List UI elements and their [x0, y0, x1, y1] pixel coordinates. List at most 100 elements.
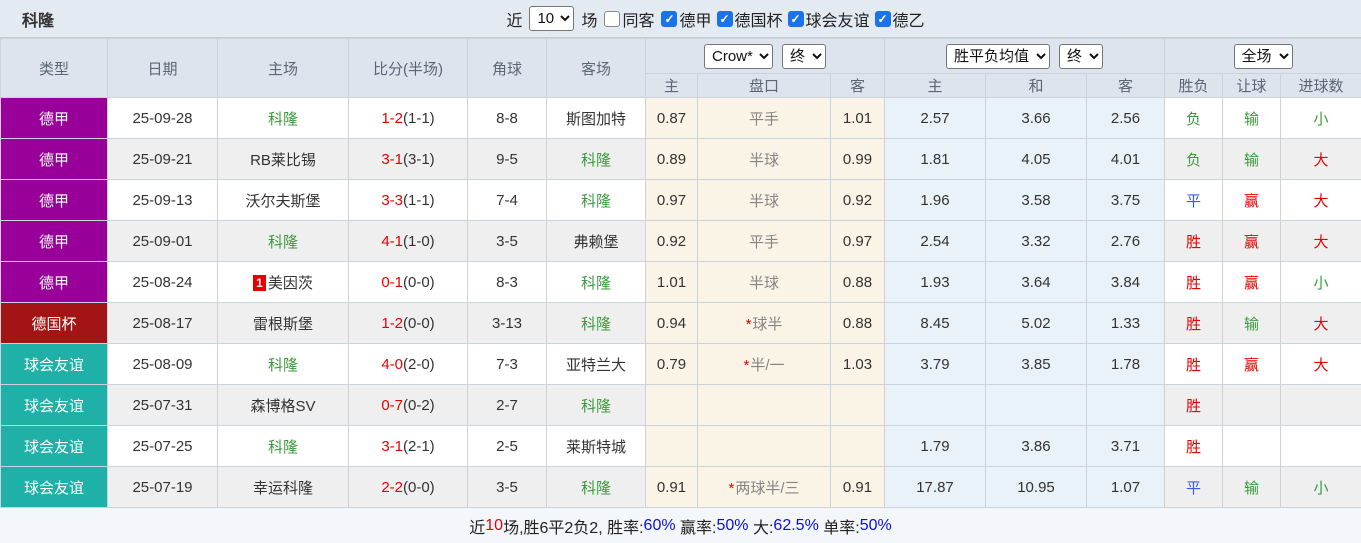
- league-filter: ✓德甲: [661, 7, 711, 31]
- cell-home-team[interactable]: 科隆: [218, 221, 349, 262]
- league-checkbox[interactable]: ✓: [875, 11, 891, 27]
- cell-away-team[interactable]: 科隆: [547, 262, 646, 303]
- league-filter: ✓德国杯: [717, 7, 783, 31]
- cell-date: 25-07-19: [108, 467, 218, 508]
- cell-handicap-result: 赢: [1223, 344, 1281, 385]
- sub-header-ah-line: 盘口: [698, 74, 831, 98]
- cell-result: 胜: [1165, 221, 1223, 262]
- summary-segment: 62.5%: [773, 517, 818, 535]
- cell-result: 平: [1165, 467, 1223, 508]
- cell-avg-draw: 10.95: [986, 467, 1087, 508]
- cell-handicap-result: 输: [1223, 139, 1281, 180]
- cell-competition: 德国杯: [1, 303, 108, 344]
- odds-type-select[interactable]: 胜平负均值: [946, 44, 1050, 69]
- cell-score: 3-1(3-1): [349, 139, 468, 180]
- cell-goals-result: 小: [1281, 98, 1361, 139]
- cell-result: 胜: [1165, 262, 1223, 303]
- league-checkbox[interactable]: ✓: [717, 11, 733, 27]
- cell-result: 平: [1165, 180, 1223, 221]
- cell-score: 4-0(2-0): [349, 344, 468, 385]
- cell-away-team[interactable]: 科隆: [547, 303, 646, 344]
- cell-away-team[interactable]: 亚特兰大: [547, 344, 646, 385]
- cell-avg-home: 1.93: [885, 262, 986, 303]
- recent-label: 近: [506, 7, 522, 31]
- cell-result: 胜: [1165, 303, 1223, 344]
- bookmaker-select[interactable]: Crow*: [704, 44, 773, 69]
- cell-goals-result: 小: [1281, 467, 1361, 508]
- cell-away-team[interactable]: 科隆: [547, 467, 646, 508]
- cell-away-team[interactable]: 科隆: [547, 385, 646, 426]
- league-checkbox[interactable]: ✓: [661, 11, 677, 27]
- cell-ah-home-odds: 0.97: [646, 180, 698, 221]
- cell-avg-away: 3.71: [1087, 426, 1165, 467]
- match-row: 球会友谊25-07-25科隆3-1(2-1)2-5莱斯特城1.793.863.7…: [1, 426, 1361, 467]
- cell-score: 4-1(1-0): [349, 221, 468, 262]
- match-row: 德国杯25-08-17雷根斯堡1-2(0-0)3-13科隆0.94*球半0.88…: [1, 303, 1361, 344]
- summary-segment: 场,胜6平2负2, 胜率:: [503, 514, 643, 538]
- cell-away-team[interactable]: 弗赖堡: [547, 221, 646, 262]
- cell-date: 25-09-21: [108, 139, 218, 180]
- summary-line: 近10场,胜6平2负2, 胜率:60% 赢率:50% 大:62.5% 单率:50…: [0, 508, 1361, 543]
- cell-home-team[interactable]: 科隆: [218, 426, 349, 467]
- same-away-checkbox[interactable]: [604, 11, 620, 27]
- star-marker: *: [728, 480, 734, 497]
- cell-home-team[interactable]: 沃尔夫斯堡: [218, 180, 349, 221]
- avg-group-header: 胜平负均值 终: [885, 39, 1165, 74]
- cell-away-team[interactable]: 科隆: [547, 180, 646, 221]
- cell-away-team[interactable]: 莱斯特城: [547, 426, 646, 467]
- league-filter-group: ✓德甲✓德国杯✓球会友谊✓德乙: [661, 7, 924, 31]
- filter-bar: 科隆 近 10 场 同客 ✓德甲✓德国杯✓球会友谊✓德乙: [0, 0, 1361, 38]
- cell-ah-away-odds: 0.91: [831, 467, 885, 508]
- match-row: 球会友谊25-08-09科隆4-0(2-0)7-3亚特兰大0.79*半/一1.0…: [1, 344, 1361, 385]
- cell-home-team[interactable]: 森博格SV: [218, 385, 349, 426]
- cell-ah-away-odds: 0.88: [831, 262, 885, 303]
- cell-corners: 2-7: [468, 385, 547, 426]
- cell-avg-away: 3.75: [1087, 180, 1165, 221]
- summary-segment: 近: [469, 514, 485, 538]
- scope-select[interactable]: 全场: [1234, 44, 1293, 69]
- match-row: 德甲25-09-28科隆1-2(1-1)8-8斯图加特0.87平手1.012.5…: [1, 98, 1361, 139]
- cell-home-team[interactable]: 科隆: [218, 98, 349, 139]
- avg-time-select[interactable]: 终: [1059, 44, 1103, 69]
- cell-handicap-result: 输: [1223, 303, 1281, 344]
- cell-home-team[interactable]: 科隆: [218, 344, 349, 385]
- match-row: 球会友谊25-07-31森博格SV0-7(0-2)2-7科隆胜: [1, 385, 1361, 426]
- league-checkbox[interactable]: ✓: [788, 11, 804, 27]
- cell-home-team[interactable]: 1美因茨: [218, 262, 349, 303]
- cell-avg-away: 2.56: [1087, 98, 1165, 139]
- cell-avg-home: 3.79: [885, 344, 986, 385]
- cell-home-team[interactable]: 幸运科隆: [218, 467, 349, 508]
- cell-date: 25-08-24: [108, 262, 218, 303]
- cell-ah-home-odds: 0.87: [646, 98, 698, 139]
- sub-header-avg-away: 客: [1087, 74, 1165, 98]
- sub-header-ah-home: 主: [646, 74, 698, 98]
- cell-avg-away: 3.84: [1087, 262, 1165, 303]
- cell-ah-home-odds: 0.79: [646, 344, 698, 385]
- cell-avg-away: 1.07: [1087, 467, 1165, 508]
- cell-away-team[interactable]: 科隆: [547, 139, 646, 180]
- cell-competition: 德甲: [1, 180, 108, 221]
- cell-away-team[interactable]: 斯图加特: [547, 98, 646, 139]
- same-away-filter: 同客: [604, 7, 654, 31]
- cell-ah-line: *半/一: [698, 344, 831, 385]
- ah-time-select[interactable]: 终: [782, 44, 826, 69]
- cell-result: 胜: [1165, 385, 1223, 426]
- cell-competition: 球会友谊: [1, 467, 108, 508]
- cell-competition: 德甲: [1, 98, 108, 139]
- cell-corners: 9-5: [468, 139, 547, 180]
- cell-home-team[interactable]: RB莱比锡: [218, 139, 349, 180]
- cell-score: 3-1(2-1): [349, 426, 468, 467]
- cell-corners: 3-5: [468, 221, 547, 262]
- cell-score: 0-1(0-0): [349, 262, 468, 303]
- cell-ah-home-odds: 0.94: [646, 303, 698, 344]
- cell-avg-draw: 5.02: [986, 303, 1087, 344]
- summary-segment: 50%: [716, 517, 748, 535]
- cell-ah-line: 半球: [698, 180, 831, 221]
- sub-header-ah-away: 客: [831, 74, 885, 98]
- recent-count-select[interactable]: 10: [529, 6, 574, 31]
- match-row: 德甲25-09-01科隆4-1(1-0)3-5弗赖堡0.92平手0.972.54…: [1, 221, 1361, 262]
- match-row: 德甲25-09-13沃尔夫斯堡3-3(1-1)7-4科隆0.97半球0.921.…: [1, 180, 1361, 221]
- cell-home-team[interactable]: 雷根斯堡: [218, 303, 349, 344]
- cell-avg-home: 2.54: [885, 221, 986, 262]
- summary-segment: 60%: [644, 517, 676, 535]
